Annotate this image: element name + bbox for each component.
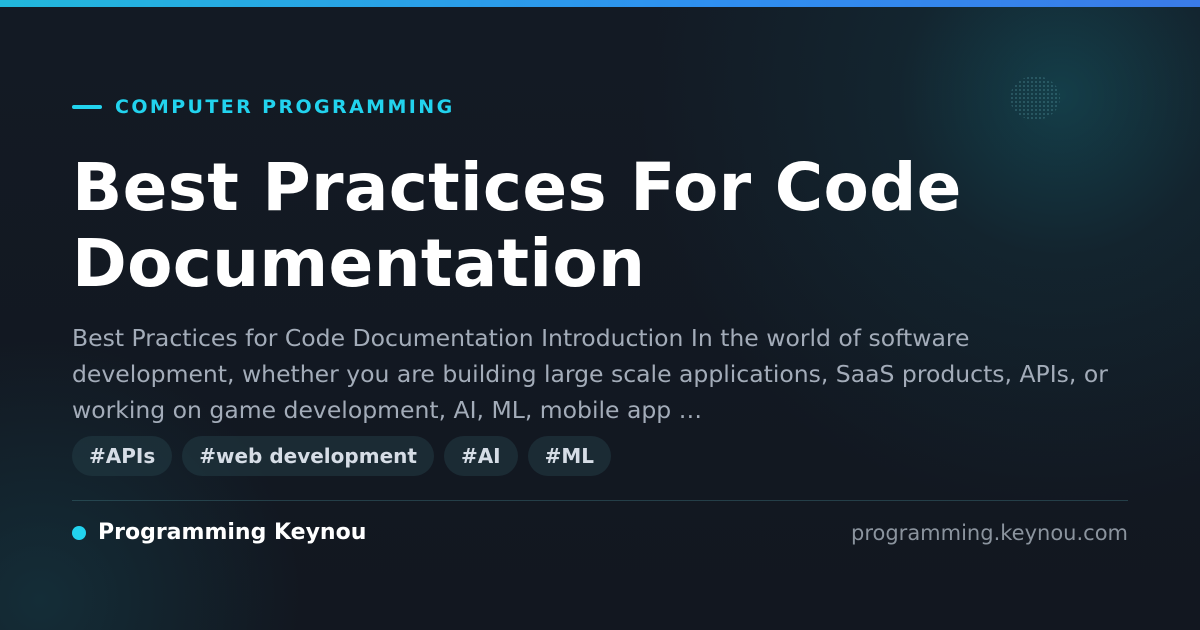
tag-apis[interactable]: #APIs: [72, 436, 173, 476]
article-excerpt: Best Practices for Code Documentation In…: [72, 324, 1108, 424]
footer-brand: Programming Keynou: [72, 519, 366, 547]
social-card: COMPUTER PROGRAMMING Best Practices For …: [0, 0, 1200, 630]
article-title: Best Practices For Code Documentation: [72, 149, 962, 302]
category-row: COMPUTER PROGRAMMING: [72, 95, 455, 119]
brand-dot-icon: [72, 526, 86, 540]
card-content: COMPUTER PROGRAMMING Best Practices For …: [72, 0, 1128, 630]
tag-ai[interactable]: #AI: [443, 436, 518, 476]
category-accent-line: [72, 105, 102, 109]
category-label: COMPUTER PROGRAMMING: [115, 96, 455, 118]
site-url-link[interactable]: programming.keynou.com: [851, 519, 1128, 547]
footer-divider: [72, 500, 1128, 501]
tag-ml[interactable]: #ML: [527, 436, 612, 476]
tag-list: #APIs #web development #AI #ML: [72, 436, 612, 476]
brand-name: Programming Keynou: [98, 520, 367, 545]
tag-web-development[interactable]: #web development: [182, 436, 434, 476]
